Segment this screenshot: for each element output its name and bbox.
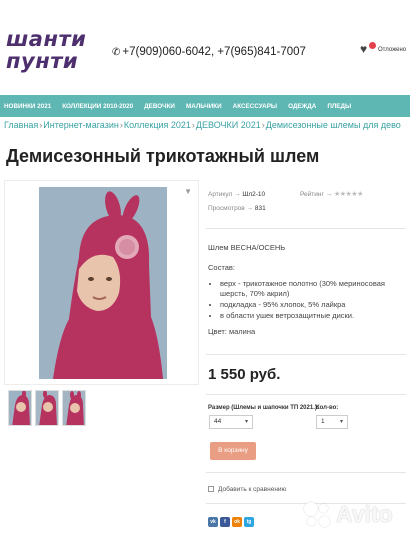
divider: [206, 394, 406, 395]
avito-watermark: Avito: [298, 500, 410, 530]
main-nav: Новинки 2021 Коллекции 2010-2020 Девочки…: [0, 95, 410, 117]
divider: [206, 472, 406, 473]
logo-line-1: шанти: [6, 27, 87, 51]
page-title: Демисезонный трикотажный шлем: [6, 146, 320, 166]
breadcrumb-separator: ›: [119, 120, 123, 130]
nav-item-new-2021[interactable]: Новинки 2021: [4, 103, 51, 110]
divider: [206, 228, 406, 229]
thumbnail-3[interactable]: [62, 390, 86, 426]
breadcrumb-separator: ›: [261, 120, 265, 130]
thumbnail-image: [36, 391, 58, 425]
vk-icon[interactable]: vk: [208, 517, 218, 527]
product-description: Шлем ВЕСНА/ОСЕНЬ Состав: верх - трикотаж…: [208, 243, 408, 347]
nav-item-collections[interactable]: Коллекции 2010-2020: [62, 103, 133, 110]
rating-label: Рейтинг →: [300, 191, 333, 198]
nav-item-girls[interactable]: Девочки: [144, 103, 175, 110]
compare-option[interactable]: Добавить к сравнению: [208, 486, 286, 493]
thumbnail-strip: [8, 390, 86, 426]
composition-label: Состав:: [208, 263, 235, 272]
breadcrumb-collection[interactable]: Коллекция 2021: [124, 120, 191, 130]
avito-logo-icon: [304, 502, 332, 528]
site-header: шанти пунти ✆ +7(909)060-6042, +7(965)841…: [0, 0, 410, 95]
chevron-down-icon: ▾: [339, 419, 343, 425]
views-row: Просмотров → 831: [208, 205, 266, 212]
size-label: Размер (Шлемы и шапочки ТП 2021.):: [208, 405, 319, 411]
phone-text: +7(909)060-6042, +7(965)841-7007: [122, 46, 306, 58]
compare-checkbox[interactable]: [208, 486, 214, 493]
article-row: Артикул → Шл2-10: [208, 191, 265, 198]
color-text: Цвет: малина: [208, 327, 256, 336]
thumbnail-image: [63, 391, 85, 425]
size-select[interactable]: 44 ▾: [209, 415, 253, 429]
add-to-cart-button[interactable]: В корзину: [210, 442, 256, 460]
nav-item-boys[interactable]: Мальчики: [186, 103, 222, 110]
telegram-icon[interactable]: tg: [244, 517, 254, 527]
season-text: Шлем ВЕСНА/ОСЕНЬ: [208, 243, 286, 252]
article-value: Шл2-10: [242, 191, 266, 198]
facebook-icon[interactable]: f: [220, 517, 230, 527]
favorite-icon[interactable]: ▼: [184, 187, 192, 196]
nav-item-blankets[interactable]: Пледы: [327, 103, 351, 110]
ok-icon[interactable]: ok: [232, 517, 242, 527]
thumbnail-image: [9, 391, 31, 425]
product-photo[interactable]: [39, 187, 167, 379]
wishlist-link[interactable]: Отложено: [360, 42, 410, 62]
composition-item: подкладка - 95% хлопок, 5% лайкра: [220, 300, 408, 310]
divider: [206, 354, 406, 355]
site-logo[interactable]: шанти пунти: [6, 28, 86, 72]
product-photo-frame[interactable]: ▼: [4, 180, 199, 385]
size-value: 44: [214, 418, 222, 425]
breadcrumb-home[interactable]: Главная: [4, 120, 38, 130]
breadcrumb-current[interactable]: Демисезонные шлемы для дево: [266, 120, 401, 130]
breadcrumb-girls[interactable]: ДЕВОЧКИ 2021: [196, 120, 261, 130]
nav-item-accessories[interactable]: Аксессуары: [233, 103, 277, 110]
quantity-label: Кол-во:: [316, 405, 339, 411]
breadcrumb-separator: ›: [191, 120, 195, 130]
article-label: Артикул →: [208, 191, 241, 198]
views-label: Просмотров →: [208, 205, 254, 212]
views-value: 831: [254, 205, 266, 212]
product-price: 1 550 руб.: [208, 366, 281, 383]
thumbnail-2[interactable]: [35, 390, 59, 426]
thumbnail-1[interactable]: [8, 390, 32, 426]
logo-line-2: пунти: [6, 49, 79, 73]
quantity-value: 1: [321, 418, 325, 425]
phone-numbers[interactable]: ✆ +7(909)060-6042, +7(965)841-7007: [112, 46, 306, 58]
rating-stars-icon[interactable]: ★★★★★: [334, 191, 363, 198]
breadcrumb-separator: ›: [39, 120, 43, 130]
composition-list: верх - трикотажное полотно (30% мериносо…: [220, 279, 408, 321]
wishlist-label: Отложено: [378, 47, 407, 53]
composition-item: в области ушек ветрозащитные диски.: [220, 311, 408, 321]
compare-label: Добавить к сравнению: [218, 486, 287, 493]
breadcrumb-shop[interactable]: Интернет-магазин: [43, 120, 119, 130]
product-photo-illustration: [39, 187, 167, 379]
phone-icon: ✆: [112, 47, 121, 58]
nav-item-clothes[interactable]: Одежда: [288, 103, 316, 110]
rating-row: Рейтинг → ★★★★★: [300, 190, 363, 198]
wishlist-badge: [369, 42, 376, 49]
share-buttons: vk f ok tg: [208, 517, 254, 527]
composition-item: верх - трикотажное полотно (30% мериносо…: [220, 279, 408, 299]
avito-text: Avito: [336, 501, 393, 527]
breadcrumb: Главная›Интернет-магазин›Коллекция 2021›…: [4, 120, 410, 130]
quantity-select[interactable]: 1 ▾: [316, 415, 348, 429]
chevron-down-icon: ▾: [244, 419, 248, 425]
